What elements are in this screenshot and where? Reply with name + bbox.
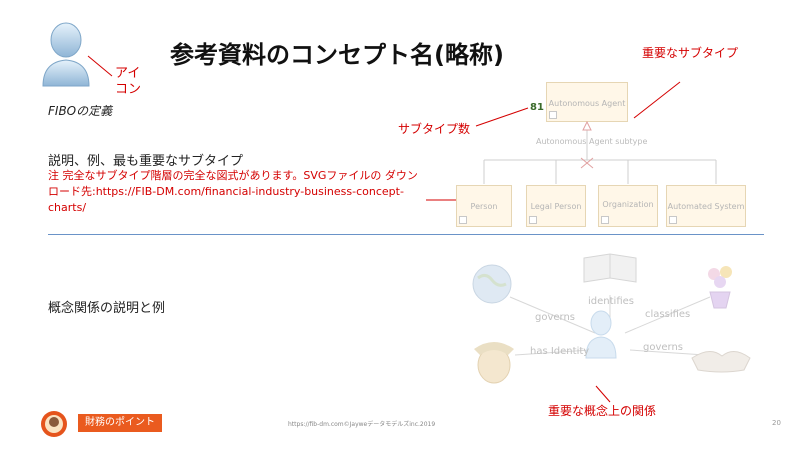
note-pointer xyxy=(426,199,458,201)
node-tag-icon xyxy=(601,216,609,224)
node-tag-icon xyxy=(459,216,467,224)
important-relations-label: 重要な概念上の関係 xyxy=(548,404,657,418)
description-heading: 説明、例、最も重要なサブタイプ xyxy=(48,154,244,169)
footer-logo-icon xyxy=(41,411,67,437)
subtype-label: Organization xyxy=(602,200,654,209)
relation-has-identity: has Identity xyxy=(530,346,590,357)
subtype-node-person: Person xyxy=(456,185,512,227)
subtype-label: Automated System xyxy=(667,202,745,211)
subtype-node-organization: Organization xyxy=(598,185,658,227)
hierarchy-connectors xyxy=(483,120,717,184)
globe-icon xyxy=(472,264,512,304)
page-number: 20 xyxy=(772,419,781,427)
relation-description: 概念関係の説明と例 xyxy=(48,301,166,316)
subtype-node-legal-person: Legal Person xyxy=(526,185,586,227)
node-tag-icon xyxy=(549,111,557,119)
mask-icon xyxy=(474,342,514,384)
icon-label: アイコン xyxy=(115,66,142,97)
relations-pointer xyxy=(595,385,611,403)
subtype-count: 81 xyxy=(530,102,544,113)
fibo-definition: FIBOの定義 xyxy=(48,104,113,118)
icon-pointer-line xyxy=(87,55,113,77)
download-note: 注 完全なサブタイプ階層の完全な図式があります。SVGファイルの ダウンロード先… xyxy=(48,169,418,214)
relation-classifies: classifies xyxy=(645,309,691,320)
slide-title: 参考資料のコンセプト名(略称) xyxy=(170,41,504,69)
flower-icon xyxy=(708,266,732,309)
subtype-node-automated-system: Automated System xyxy=(666,185,746,227)
node-tag-icon xyxy=(669,216,677,224)
subtype-label: Legal Person xyxy=(530,202,582,211)
person-icon xyxy=(42,22,90,87)
important-subtypes-pointer xyxy=(633,81,681,119)
footer-source: https://fib-dm.com©Jayweデータモデルズinc.2019 xyxy=(288,421,436,428)
handshake-icon xyxy=(691,351,751,373)
relation-governs-right: governs xyxy=(643,342,684,353)
root-node: Autonomous Agent xyxy=(546,82,628,122)
relation-identifies: identifies xyxy=(588,296,634,307)
book-icon xyxy=(583,253,637,283)
node-tag-icon xyxy=(529,216,537,224)
subtype-label: Person xyxy=(470,202,498,211)
relation-governs-left: governs xyxy=(535,312,576,323)
divider xyxy=(48,234,764,235)
footer-badge: 財務のポイント xyxy=(78,414,162,432)
important-subtypes-label: 重要なサブタイプ xyxy=(641,46,738,60)
root-node-label: Autonomous Agent xyxy=(548,99,626,108)
